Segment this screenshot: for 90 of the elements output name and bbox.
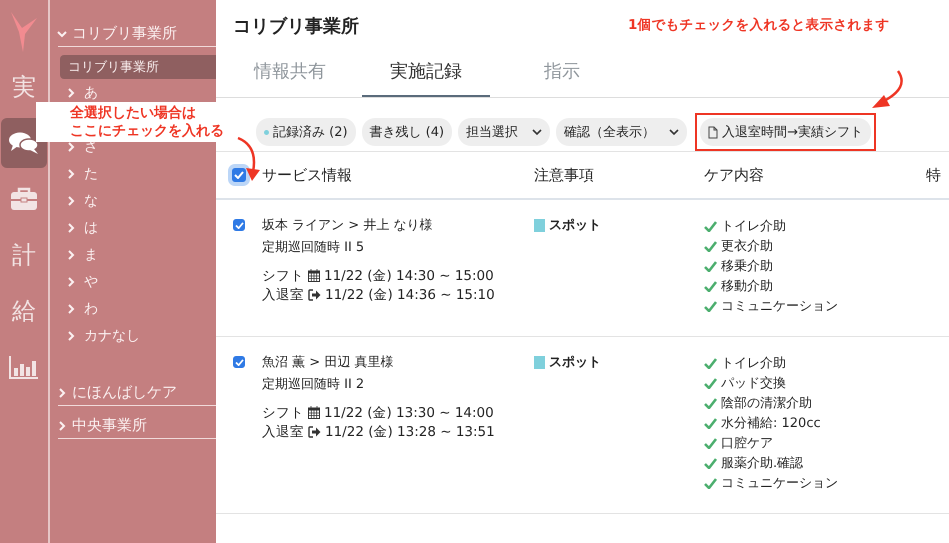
kana-group-item[interactable]: や xyxy=(84,272,98,290)
chevron-icon xyxy=(67,250,75,260)
filter-dropdown[interactable]: 確認（全表示） xyxy=(556,118,688,146)
bar-chart-icon xyxy=(9,355,39,379)
time-label: 入退室 xyxy=(262,286,304,304)
care-item: コミュニケーション xyxy=(721,475,838,492)
check-icon xyxy=(704,300,717,312)
convert-button[interactable]: 入退室時間→実績シフト xyxy=(700,118,871,146)
kana-group-item[interactable]: な xyxy=(84,192,98,210)
care-item: 服薬介助.確認 xyxy=(721,455,804,472)
service-text: 定期巡回随時 II 2 xyxy=(262,376,366,394)
kana-group-item[interactable]: あ xyxy=(84,84,98,102)
filter-chip[interactable]: 書き残し (4) xyxy=(362,118,452,146)
chevron-icon xyxy=(67,276,75,286)
caret-icon xyxy=(669,128,680,136)
page-title: コリブリ事業所 xyxy=(233,15,359,39)
check-icon xyxy=(704,220,717,232)
sign-in-icon xyxy=(308,426,321,438)
kana-group-item[interactable]: た xyxy=(84,164,98,182)
note-label: スポット xyxy=(549,217,601,234)
column-header: サービス情報 xyxy=(262,166,353,184)
row-checkbox[interactable] xyxy=(233,356,245,368)
column-header: ケア内容 xyxy=(704,166,765,184)
note-label: スポット xyxy=(549,354,601,371)
check-icon xyxy=(704,418,717,428)
care-item: 水分補給: 120cc xyxy=(721,415,821,432)
check-icon xyxy=(704,398,717,408)
chevron-icon xyxy=(67,222,75,232)
tab[interactable]: 情報共有 xyxy=(226,59,354,97)
staff-client-text: 坂本 ライアン > 井上 なり様 xyxy=(262,217,434,235)
calendar-icon xyxy=(308,269,320,282)
check-icon xyxy=(704,458,717,468)
chevron-icon xyxy=(57,30,67,38)
service-text: 定期巡回随時 II 5 xyxy=(262,239,366,257)
bird-logo-icon xyxy=(9,10,39,52)
nav-item[interactable]: 計 xyxy=(1,230,47,280)
chevron-icon xyxy=(67,196,75,206)
check-icon xyxy=(704,280,717,292)
calendar-icon xyxy=(308,406,320,419)
kana-group-item[interactable]: わ xyxy=(84,300,98,318)
chat-icon xyxy=(8,131,40,155)
care-item: 移乗介助 xyxy=(721,258,773,275)
kana-group-item[interactable]: は xyxy=(84,218,98,236)
column-header: 注意事項 xyxy=(534,166,595,184)
chevron-icon xyxy=(67,304,75,314)
chevron-icon xyxy=(67,88,75,98)
time-range: 11/22 (金) 14:30 ~ 15:00 xyxy=(324,266,494,284)
check-icon xyxy=(704,260,717,272)
tab[interactable]: 指示 xyxy=(498,59,626,97)
care-item: パッド交換 xyxy=(721,375,786,392)
tab[interactable]: 実施記録 xyxy=(362,59,490,97)
staff-client-text: 魚沼 薫 > 田辺 真里様 xyxy=(262,354,394,372)
row-checkbox[interactable] xyxy=(233,219,245,231)
care-item: コミュニケーション xyxy=(721,298,838,315)
chevron-icon xyxy=(58,420,66,430)
time-range: 11/22 (金) 14:36 ~ 15:10 xyxy=(325,286,495,304)
care-item: 陰部の清潔介助 xyxy=(721,395,812,412)
time-range: 11/22 (金) 13:30 ~ 14:00 xyxy=(324,404,494,422)
column-header: 特 xyxy=(926,166,941,184)
check-icon xyxy=(704,378,717,388)
check-icon xyxy=(704,438,717,448)
office-group-header[interactable]: コリブリ事業所 xyxy=(58,22,216,47)
briefcase-icon xyxy=(10,187,38,211)
chevron-icon xyxy=(67,330,75,340)
care-item: 移動介助 xyxy=(721,278,773,295)
care-item: トイレ介助 xyxy=(721,355,786,372)
filter-chip[interactable]: 記録済み (2) xyxy=(256,118,356,146)
office-group-header[interactable]: 中央事業所 xyxy=(58,414,216,439)
time-label: シフト xyxy=(262,404,304,422)
office-item[interactable]: コリブリ事業所 xyxy=(60,55,216,79)
time-range: 11/22 (金) 13:28 ~ 13:51 xyxy=(325,422,495,440)
care-item: 更衣介助 xyxy=(721,238,773,255)
time-label: 入退室 xyxy=(262,422,304,440)
caret-icon xyxy=(532,128,542,136)
chevron-icon xyxy=(67,168,75,178)
filter-dropdown[interactable]: 担当選択 xyxy=(458,118,550,146)
check-icon xyxy=(704,358,717,368)
care-item: 口腔ケア xyxy=(721,435,773,452)
document-icon xyxy=(708,126,718,138)
care-item: トイレ介助 xyxy=(721,218,786,235)
nav-item[interactable]: 給 xyxy=(1,286,47,336)
check-icon xyxy=(704,478,717,488)
kana-group-item[interactable]: ま xyxy=(84,246,98,264)
chevron-icon xyxy=(67,142,75,152)
sign-in-icon xyxy=(308,288,321,300)
office-group-header[interactable]: にほんばしケア xyxy=(58,381,216,406)
chevron-icon xyxy=(58,388,66,398)
check-icon xyxy=(704,240,717,252)
kana-group-item[interactable]: カナなし xyxy=(84,326,140,344)
time-label: シフト xyxy=(262,266,304,284)
